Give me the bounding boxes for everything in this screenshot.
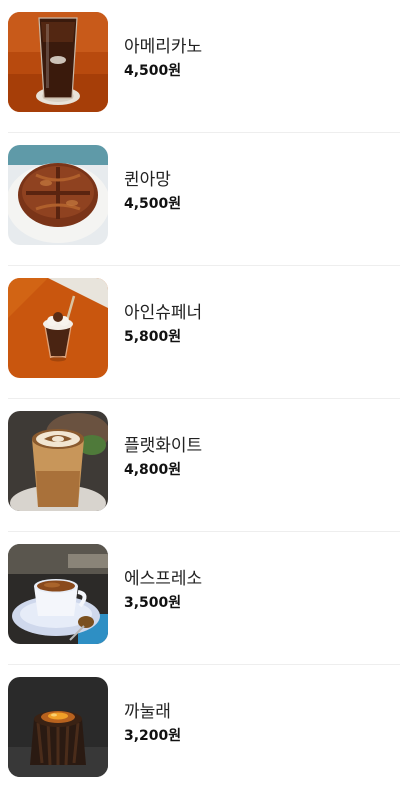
menu-item-price: 4,500원 xyxy=(124,196,182,212)
menu-item-name: 에스프레소 xyxy=(124,569,203,589)
menu-item-name: 퀸아망 xyxy=(124,170,171,190)
einspanner-photo xyxy=(8,278,108,378)
menu-item-price: 4,500원 xyxy=(124,63,182,79)
kouign-amann-photo xyxy=(8,145,108,245)
menu-item-name: 아인슈페너 xyxy=(124,303,203,323)
menu-item-flat-white[interactable]: 플랫화이트 4,800원 xyxy=(0,399,400,532)
espresso-photo xyxy=(8,544,108,644)
menu-item-name: 까눌래 xyxy=(124,702,171,722)
menu-item-espresso[interactable]: 에스프레소 3,500원 xyxy=(0,532,400,665)
menu-item-name: 플랫화이트 xyxy=(124,436,203,456)
menu-item-price: 4,800원 xyxy=(124,462,182,478)
menu-item-americano[interactable]: 아메리카노 4,500원 xyxy=(0,0,400,133)
canele-photo xyxy=(8,677,108,777)
menu-item-canele[interactable]: 까눌래 3,200원 xyxy=(0,665,400,789)
menu-item-name: 아메리카노 xyxy=(124,37,203,57)
flat-white-photo xyxy=(8,411,108,511)
menu-item-kouign-amann[interactable]: 퀸아망 4,500원 xyxy=(0,133,400,266)
iced-americano-photo xyxy=(8,12,108,112)
menu-item-price: 3,200원 xyxy=(124,728,182,744)
menu-item-price: 3,500원 xyxy=(124,595,182,611)
menu-list: 아메리카노 4,500원 퀸아망 4,500원 아인슈페너 5,800원 플랫화… xyxy=(0,0,400,789)
menu-item-price: 5,800원 xyxy=(124,329,182,345)
menu-item-einspanner[interactable]: 아인슈페너 5,800원 xyxy=(0,266,400,399)
